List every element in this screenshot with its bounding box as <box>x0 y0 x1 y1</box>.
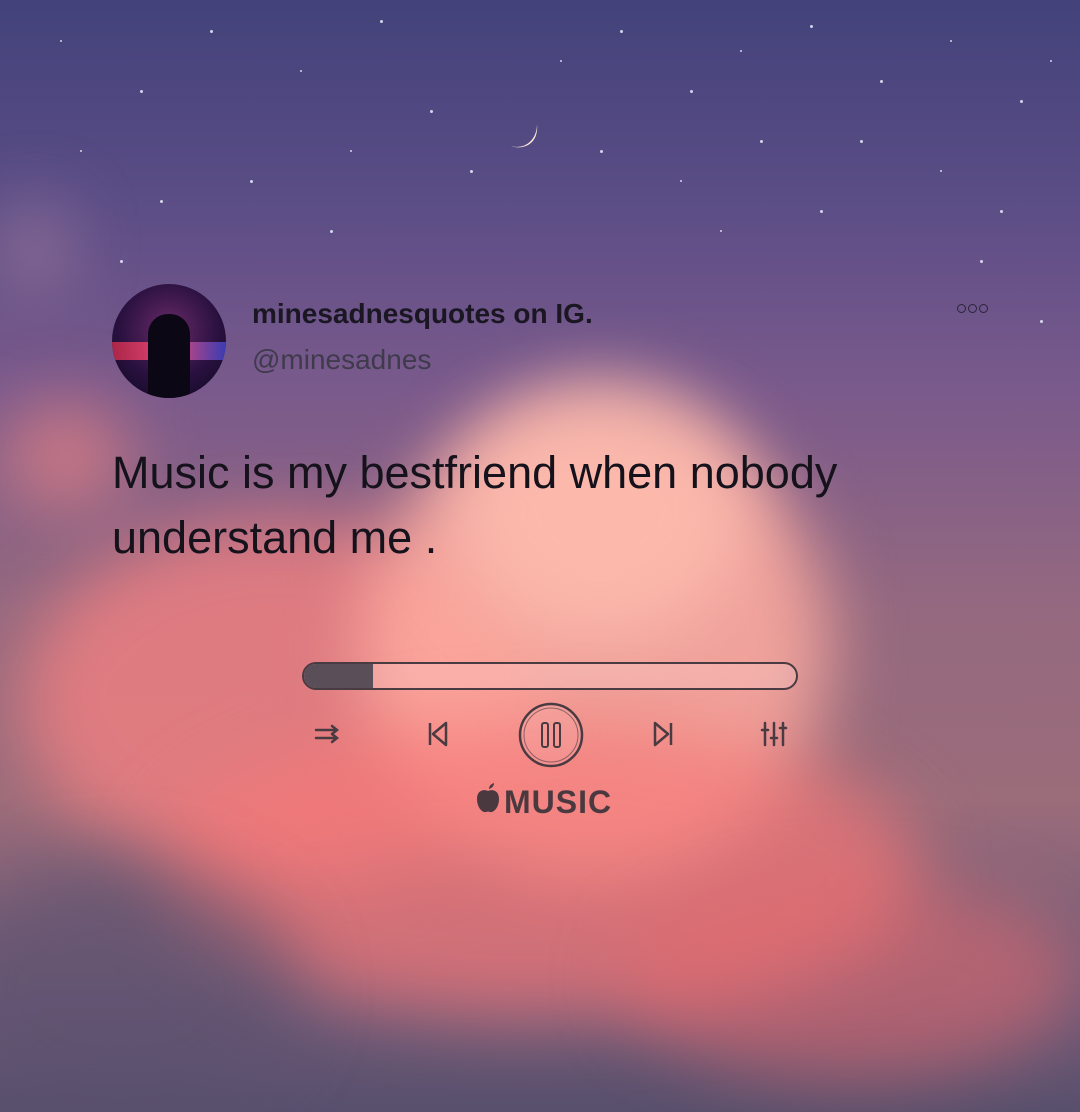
star <box>300 70 302 72</box>
post-text: Music is my bestfriend when nobody under… <box>112 447 838 563</box>
next-icon[interactable] <box>651 720 675 748</box>
star <box>720 230 722 232</box>
moon-icon <box>511 124 538 148</box>
star <box>120 260 123 263</box>
star <box>620 30 623 33</box>
star <box>140 90 143 93</box>
star <box>560 60 562 62</box>
star <box>430 110 433 113</box>
star <box>950 40 952 42</box>
star <box>330 230 333 233</box>
star <box>380 20 383 23</box>
apple-logo-icon <box>474 782 502 823</box>
star <box>690 90 693 93</box>
star <box>820 210 823 213</box>
handle: @minesadnes <box>252 344 432 375</box>
pause-icon[interactable] <box>516 700 586 770</box>
equalizer-icon[interactable] <box>760 720 788 748</box>
star <box>810 25 813 28</box>
avatar[interactable] <box>112 284 226 398</box>
star <box>680 180 682 182</box>
star <box>470 170 473 173</box>
star <box>740 50 742 52</box>
star <box>940 170 942 172</box>
star <box>1050 60 1052 62</box>
star <box>1000 210 1003 213</box>
star <box>80 150 82 152</box>
shuffle-icon[interactable] <box>313 722 341 746</box>
previous-icon[interactable] <box>426 720 450 748</box>
star <box>350 150 352 152</box>
display-name: minesadnesquotes on IG. <box>252 298 593 329</box>
progress-bar[interactable] <box>302 662 798 690</box>
star <box>250 180 253 183</box>
star <box>210 30 213 33</box>
more-options-icon[interactable] <box>957 304 988 313</box>
star <box>880 80 883 83</box>
apple-music-brand: MUSIC <box>474 782 612 823</box>
star <box>760 140 763 143</box>
star <box>60 40 62 42</box>
star <box>160 200 163 203</box>
star <box>860 140 863 143</box>
progress-fill <box>304 664 373 688</box>
star <box>600 150 603 153</box>
star <box>1040 320 1043 323</box>
brand-label: MUSIC <box>504 784 613 820</box>
star <box>980 260 983 263</box>
star <box>1020 100 1023 103</box>
